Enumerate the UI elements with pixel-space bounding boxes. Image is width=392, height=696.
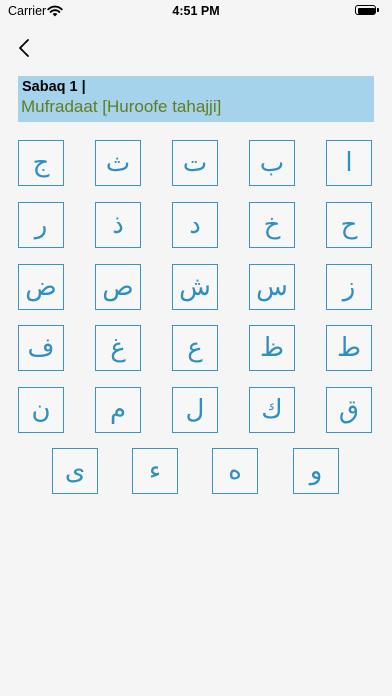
letter-glyph: ح bbox=[340, 210, 358, 240]
letter-cell-ta[interactable]: ت bbox=[172, 140, 218, 186]
letter-cell-ha[interactable]: ح bbox=[326, 202, 372, 248]
letter-cell-lam[interactable]: ل bbox=[172, 387, 218, 433]
battery-icon bbox=[355, 5, 380, 16]
letter-glyph: ن bbox=[31, 395, 51, 425]
letter-cell-tha[interactable]: ث bbox=[95, 140, 141, 186]
letter-cell-zah[interactable]: ظ bbox=[249, 325, 295, 371]
letter-glyph: ر bbox=[34, 210, 48, 240]
letter-glyph: خ bbox=[263, 210, 281, 240]
letter-glyph: ض bbox=[25, 272, 57, 302]
letter-glyph: ث bbox=[105, 148, 131, 178]
letter-cell-dhal[interactable]: ذ bbox=[95, 202, 141, 248]
lesson-subtitle: Mufradaat [Huroofe tahajji] bbox=[21, 97, 222, 116]
letter-cell-heh[interactable]: ه bbox=[212, 448, 258, 494]
letter-glyph: ظ bbox=[259, 333, 285, 363]
letter-glyph: ء bbox=[148, 456, 162, 486]
letter-cell-ghain[interactable]: غ bbox=[95, 325, 141, 371]
letter-glyph: ه bbox=[228, 456, 242, 486]
letter-glyph: ز bbox=[342, 272, 356, 302]
letter-cell-ain[interactable]: ع bbox=[172, 325, 218, 371]
letter-cell-noon[interactable]: ن bbox=[18, 387, 64, 433]
letter-glyph: ش bbox=[179, 272, 211, 302]
letter-cell-kha[interactable]: خ bbox=[249, 202, 295, 248]
letter-glyph: ص bbox=[102, 272, 134, 302]
letter-cell-ba[interactable]: ب bbox=[249, 140, 295, 186]
letter-cell-dad[interactable]: ض bbox=[18, 264, 64, 310]
letter-cell-dal[interactable]: د bbox=[172, 202, 218, 248]
clock: 4:51 PM bbox=[172, 4, 220, 18]
letter-glyph: ع bbox=[187, 333, 203, 363]
chevron-left-icon bbox=[19, 39, 29, 57]
letter-glyph: و bbox=[309, 456, 323, 486]
letter-glyph: ف bbox=[27, 333, 55, 363]
lesson-title: Sabaq 1 | bbox=[22, 79, 86, 95]
letter-glyph: ت bbox=[182, 148, 208, 178]
letter-glyph: م bbox=[109, 395, 127, 425]
letter-cell-ra[interactable]: ر bbox=[18, 202, 64, 248]
letter-cell-fa[interactable]: ف bbox=[18, 325, 64, 371]
letter-cell-seen[interactable]: س bbox=[249, 264, 295, 310]
letter-cell-hamza[interactable]: ء bbox=[132, 448, 178, 494]
letter-cell-meem[interactable]: م bbox=[95, 387, 141, 433]
letter-cell-jeem[interactable]: ج bbox=[18, 140, 64, 186]
letter-cell-alif[interactable]: ا bbox=[326, 140, 372, 186]
letter-glyph: ل bbox=[185, 395, 205, 425]
letter-glyph: ی bbox=[64, 456, 86, 486]
letter-cell-zay[interactable]: ز bbox=[326, 264, 372, 310]
letter-glyph: ذ bbox=[112, 210, 124, 240]
back-button[interactable] bbox=[14, 36, 36, 60]
letter-glyph: س bbox=[256, 272, 288, 302]
letter-cell-tah[interactable]: ط bbox=[326, 325, 372, 371]
letter-glyph: ط bbox=[336, 333, 362, 363]
letter-cell-sheen[interactable]: ش bbox=[172, 264, 218, 310]
letter-glyph: د bbox=[189, 210, 201, 240]
lesson-header: Sabaq 1 | Mufradaat [Huroofe tahajji] bbox=[18, 76, 374, 122]
status-bar: Carrier 4:51 PM bbox=[0, 0, 392, 22]
letter-glyph: ق bbox=[338, 395, 360, 425]
letter-cell-kaf[interactable]: ك bbox=[249, 387, 295, 433]
letter-glyph: ج bbox=[32, 148, 50, 178]
letter-cell-ya[interactable]: ی bbox=[52, 448, 98, 494]
letter-cell-qaf[interactable]: ق bbox=[326, 387, 372, 433]
letter-cell-waw[interactable]: و bbox=[293, 448, 339, 494]
letter-glyph: ك bbox=[261, 395, 283, 425]
letter-glyph: ب bbox=[259, 148, 285, 178]
letter-glyph: غ bbox=[110, 333, 126, 363]
letter-glyph: ا bbox=[345, 148, 353, 178]
letter-cell-sad[interactable]: ص bbox=[95, 264, 141, 310]
